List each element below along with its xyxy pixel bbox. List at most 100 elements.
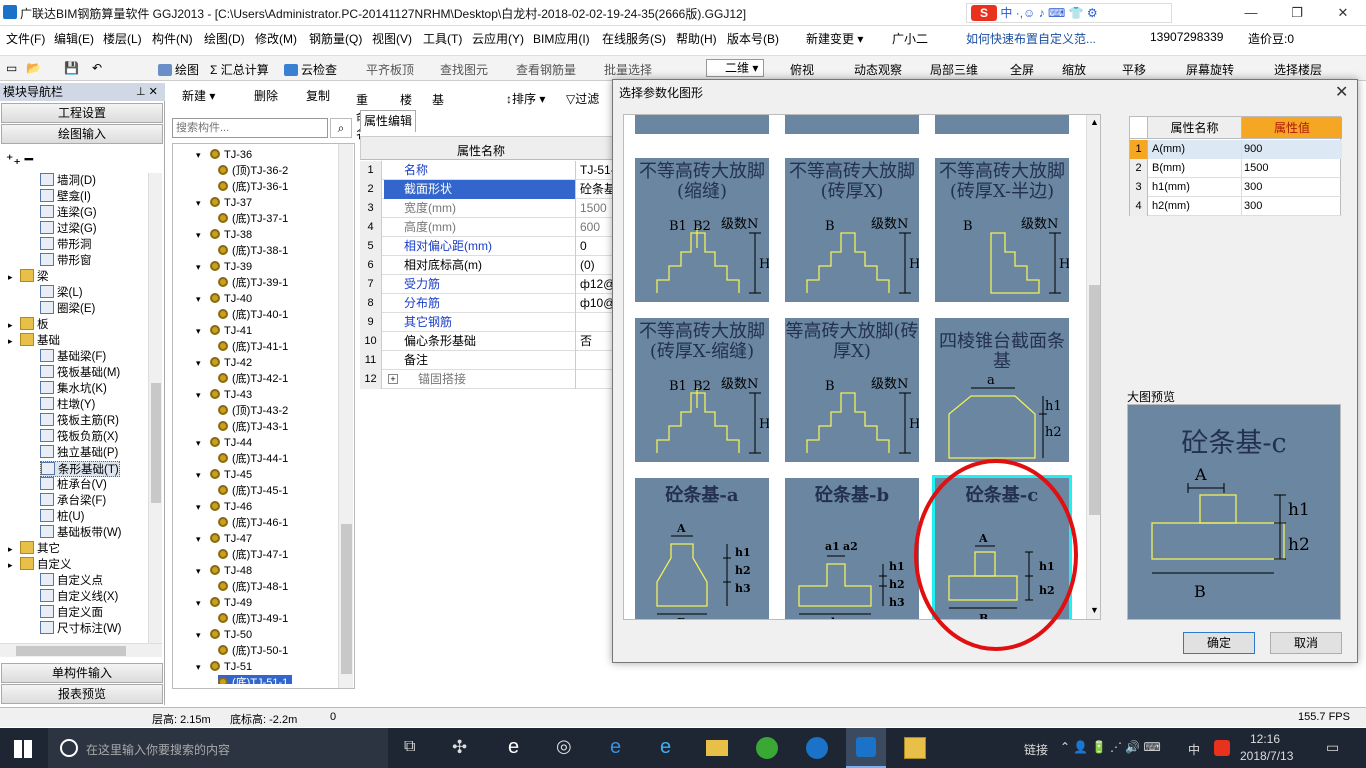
component-list-item[interactable]: (底)TJ-48-1: [218, 579, 288, 595]
tree-toggle-icon[interactable]: ▾: [196, 195, 210, 211]
nav-hscrollbar[interactable]: [0, 643, 162, 657]
param-row[interactable]: 3 h1(mm) 300: [1130, 178, 1342, 197]
sogou-browser-icon[interactable]: [806, 737, 828, 759]
component-list-item[interactable]: ▾ TJ-43: [196, 387, 252, 403]
nav-item[interactable]: 尺寸标注(W): [40, 621, 122, 637]
menu-edit[interactable]: 编辑(E): [54, 30, 94, 47]
nav-item[interactable]: 带形洞: [40, 237, 92, 253]
tree-toggle-icon[interactable]: ▸: [8, 557, 20, 573]
ime-lang-label[interactable]: 中: [1000, 6, 1012, 20]
notes-icon[interactable]: [904, 737, 926, 759]
nav-item[interactable]: 自定义线(X): [40, 589, 118, 605]
undo-icon[interactable]: ↶: [92, 61, 102, 75]
screen-rotate-button[interactable]: 屏幕旋转: [1186, 61, 1234, 78]
component-list-item[interactable]: (底)TJ-43-1: [218, 419, 288, 435]
app-fan-icon[interactable]: ✣: [452, 737, 467, 758]
tree-toggle-icon[interactable]: ▸: [8, 269, 20, 285]
task-view-icon[interactable]: ⧉: [404, 738, 415, 756]
nav-item[interactable]: 桩(U): [40, 509, 84, 525]
menu-modify[interactable]: 修改(M): [255, 30, 297, 47]
tree-toggle-icon[interactable]: ▾: [196, 147, 210, 163]
nav-item[interactable]: 筏板主筋(R): [40, 413, 119, 429]
component-list-item[interactable]: (底)TJ-49-1: [218, 611, 288, 627]
nav-item[interactable]: 独立基础(P): [40, 445, 118, 461]
top-view-button[interactable]: 俯视: [790, 61, 814, 78]
tree-toggle-icon[interactable]: ▾: [196, 227, 210, 243]
property-row[interactable]: 11 备注: [360, 351, 622, 370]
tree-toggle-icon[interactable]: ▸: [8, 541, 20, 557]
property-row[interactable]: 1 名称 TJ-51-: [360, 161, 622, 180]
tree-toggle-icon[interactable]: ▾: [196, 467, 210, 483]
complist-scrollbar[interactable]: [338, 144, 353, 688]
summary-calc-button[interactable]: Σ 汇总计算: [210, 61, 269, 78]
property-row[interactable]: 2 截面形状 砼条基: [360, 180, 622, 199]
menu-online[interactable]: 在线服务(S): [602, 30, 666, 47]
expand-icon[interactable]: +: [388, 374, 398, 384]
param-value[interactable]: 300: [1242, 197, 1342, 216]
ie2-icon[interactable]: e: [660, 736, 671, 759]
align-slab-button[interactable]: 平齐板顶: [366, 61, 414, 78]
open-file-icon[interactable]: 📂: [26, 61, 41, 75]
component-list-item[interactable]: (底)TJ-50-1: [218, 643, 288, 659]
param-row[interactable]: 2 B(mm) 1500: [1130, 159, 1342, 178]
batch-select-button[interactable]: 批量选择: [604, 61, 652, 78]
tree-toggle-icon[interactable]: ▾: [196, 259, 210, 275]
help-tip-link[interactable]: 如何快速布置自定义范...: [966, 30, 1096, 47]
orbit-button[interactable]: 动态观察: [854, 61, 902, 78]
property-row[interactable]: 9 其它钢筋: [360, 313, 622, 332]
component-list-item[interactable]: (底)TJ-45-1: [218, 483, 288, 499]
menu-floor[interactable]: 楼层(L): [103, 30, 142, 47]
nav-item[interactable]: 壁龛(I): [40, 189, 91, 205]
tree-toggle-icon[interactable]: ▾: [196, 595, 210, 611]
shape-tile[interactable]: 等高砖大放脚(砖厚X)B级数NH: [782, 315, 922, 465]
delete-button[interactable]: 删除: [254, 87, 278, 104]
property-row[interactable]: 12 锚固搭接 +: [360, 370, 622, 389]
shape-tile-partial[interactable]: [932, 115, 1072, 137]
property-row[interactable]: 3 宽度(mm) 1500: [360, 199, 622, 218]
component-list-item[interactable]: ▾ TJ-42: [196, 355, 252, 371]
nav-item[interactable]: 承台梁(F): [40, 493, 106, 509]
select-floor-button[interactable]: 选择楼层: [1274, 61, 1322, 78]
nav-item[interactable]: 条形基础(T): [40, 461, 120, 477]
tree-toggle-icon[interactable]: ▾: [196, 435, 210, 451]
nav-item[interactable]: ▸ 基础: [8, 333, 60, 349]
report-preview-button[interactable]: 报表预览: [1, 684, 163, 704]
component-list-item[interactable]: ▾ TJ-44: [196, 435, 252, 451]
zoom-button[interactable]: 缩放: [1062, 61, 1086, 78]
cloud-check-button[interactable]: 云检查: [284, 61, 337, 78]
nav-item[interactable]: 过梁(G): [40, 221, 97, 237]
search-icon[interactable]: ⌕: [330, 118, 352, 138]
cancel-button[interactable]: 取消: [1270, 632, 1342, 654]
nav-item[interactable]: 墙洞(D): [40, 173, 96, 189]
link-label[interactable]: 链接: [1024, 741, 1048, 758]
component-list-item[interactable]: (顶)TJ-43-2: [218, 403, 288, 419]
component-list-item[interactable]: ▾ TJ-40: [196, 291, 252, 307]
component-list-item[interactable]: (底)TJ-51-1: [218, 675, 293, 684]
shape-tile[interactable]: 砼条基-aAh1h2h3B: [632, 475, 772, 619]
price-beans[interactable]: 造价豆:0: [1248, 30, 1294, 47]
shape-tile[interactable]: 不等高砖大放脚(缩缝)B1B2级数NH: [632, 155, 772, 305]
component-list-item[interactable]: (底)TJ-38-1: [218, 243, 288, 259]
component-list-item[interactable]: (底)TJ-41-1: [218, 339, 288, 355]
nav-item[interactable]: 柱墩(Y): [40, 397, 95, 413]
menu-component[interactable]: 构件(N): [152, 30, 193, 47]
project-setup-button[interactable]: 工程设置: [1, 103, 163, 123]
shape-tile-partial[interactable]: [782, 115, 922, 137]
menu-cloud[interactable]: 云应用(Y): [472, 30, 524, 47]
property-row[interactable]: 5 相对偏心距(mm) 0: [360, 237, 622, 256]
copy-button[interactable]: 复制: [306, 87, 330, 104]
menu-file[interactable]: 文件(F): [6, 30, 45, 47]
component-list-item[interactable]: ▾ TJ-38: [196, 227, 252, 243]
menu-new-change[interactable]: 新建变更 ▾: [806, 30, 863, 47]
tree-toggle-icon[interactable]: ▾: [196, 291, 210, 307]
component-list-item[interactable]: ▾ TJ-51: [196, 659, 252, 675]
edge-icon[interactable]: e: [610, 736, 621, 759]
ie-icon[interactable]: e: [508, 736, 519, 759]
tree-toggle-icon[interactable]: ▾: [196, 531, 210, 547]
taskbar-search[interactable]: 在这里输入你要搜索的内容: [48, 728, 388, 768]
component-search-input[interactable]: [172, 118, 328, 138]
menu-bim[interactable]: BIM应用(I): [533, 30, 590, 47]
component-list-item[interactable]: (底)TJ-37-1: [218, 211, 288, 227]
tree-toggle-icon[interactable]: ▾: [196, 323, 210, 339]
filter-button[interactable]: ▽过滤: [566, 90, 599, 107]
